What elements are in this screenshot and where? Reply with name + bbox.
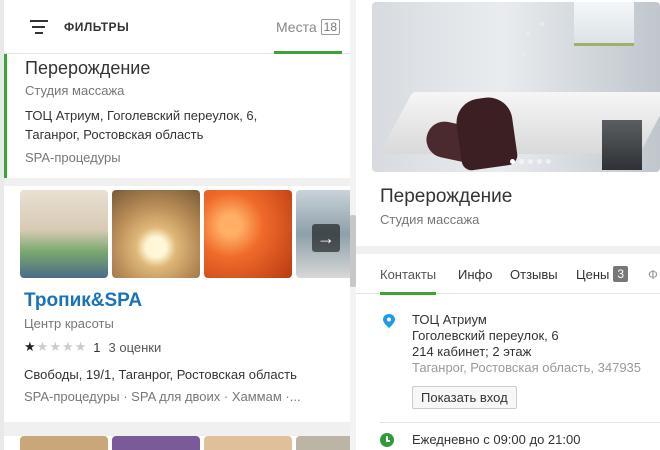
photo-strip[interactable] (20, 436, 350, 450)
photo-thumbnail[interactable] (20, 436, 108, 450)
tab-photos[interactable]: Ф (648, 254, 658, 294)
card-title: Перерождение (25, 58, 151, 78)
photo-thumbnail[interactable] (20, 190, 108, 278)
result-card[interactable]: → Тропик&SPA Центр красоты ★ ★ ★ ★ ★ 1 3… (4, 186, 350, 422)
card-tags: SPA-процедуры · SPA для двоих · Хаммам ·… (24, 389, 301, 404)
hero-table-legs (602, 120, 642, 170)
address-office: 214 кабинет; 2 этаж (412, 344, 532, 359)
tab-places[interactable]: Места 18 (274, 0, 342, 54)
carousel-dot[interactable] (528, 159, 533, 164)
photo-thumbnail[interactable] (112, 436, 200, 450)
tab-contacts[interactable]: Контакты (380, 254, 437, 295)
place-subtitle: Студия массажа (380, 212, 480, 227)
list-divider (4, 422, 350, 436)
filters-button[interactable]: ФИЛЬТРЫ (30, 20, 129, 34)
results-panel: ФИЛЬТРЫ Места 18 Перерождение Студия мас… (4, 0, 350, 450)
arrow-right-icon: → (317, 227, 335, 248)
app-root: ФИЛЬТРЫ Места 18 Перерождение Студия мас… (0, 0, 660, 450)
show-entrance-button[interactable]: Показать вход (412, 386, 517, 409)
photo-thumbnail[interactable] (204, 436, 292, 450)
carousel-dot[interactable] (537, 159, 542, 164)
hero-window (574, 2, 634, 46)
hero-photo[interactable] (372, 2, 660, 172)
address-lines: ТОЦ Атриум Гоголевский переулок, 6 214 к… (412, 312, 660, 376)
address-building: ТОЦ Атриум (412, 312, 487, 327)
tab-info[interactable]: Инфо (458, 254, 492, 294)
carousel-dot[interactable] (510, 159, 515, 164)
photo-next-button[interactable]: → (312, 224, 340, 252)
photo-thumbnail[interactable] (204, 190, 292, 278)
address-city: Таганрог, Ростовская область, 347935 (412, 360, 642, 375)
tab-photos-label: Ф (648, 266, 658, 282)
clock-icon (380, 432, 394, 447)
map-pin-icon (383, 314, 395, 328)
card-address-line1: ТОЦ Атриум, Гоголевский переулок, 6, (25, 108, 258, 123)
card-address-line2: Таганрог, Ростовская область (25, 127, 204, 142)
card-title-link[interactable]: Тропик&SPA (24, 290, 344, 312)
results-header: ФИЛЬТРЫ Места 18 (4, 0, 350, 54)
prices-count-badge: 3 (613, 266, 629, 282)
card-subtitle: Студия массажа (25, 83, 125, 98)
carousel-dot[interactable] (546, 159, 551, 164)
carousel-dots[interactable] (510, 159, 551, 164)
star-icon: ★ (74, 339, 87, 354)
filters-label: ФИЛЬТРЫ (64, 20, 130, 34)
reviews-count-link[interactable]: 3 оценки (109, 340, 162, 355)
carousel-dot[interactable] (519, 159, 524, 164)
rating-value: 1 (93, 339, 101, 355)
details-tabs: Контакты Инфо Отзывы Цены 3 Ф (356, 254, 660, 295)
opening-hours: Ежедневно с 09:00 до 21:00 (380, 432, 660, 447)
photo-strip[interactable]: → (20, 190, 350, 278)
star-icon: ★ (49, 339, 61, 354)
hours-text: Ежедневно с 09:00 до 21:00 (412, 432, 581, 447)
address-street: Гоголевский переулок, 6 (412, 328, 559, 343)
tab-active-indicator (380, 292, 437, 295)
details-divider (380, 422, 660, 423)
photo-thumbnail[interactable] (296, 436, 350, 450)
filter-icon (30, 20, 48, 34)
tab-contacts-label: Контакты (380, 266, 437, 282)
card-subtitle: Центр красоты (24, 316, 114, 331)
places-count-badge: 18 (320, 19, 340, 35)
place-title: Перерождение (380, 186, 513, 207)
star-icon: ★ (61, 339, 74, 354)
tab-reviews-label: Отзывы (510, 266, 558, 282)
star-icon: ★ (36, 339, 49, 354)
star-icon: ★ (24, 339, 36, 354)
tab-prices-label: Цены (576, 266, 610, 282)
list-divider (4, 178, 350, 186)
card-body: Тропик&SPA Центр красоты ★ ★ ★ ★ ★ 1 3 о… (24, 290, 344, 404)
details-panel: Перерождение Студия массажа Контакты Инф… (356, 0, 660, 450)
details-divider (356, 246, 660, 254)
card-address: Свободы, 19/1, Таганрог, Ростовская обла… (24, 367, 297, 382)
tab-prices[interactable]: Цены 3 (576, 254, 629, 294)
result-card-selected[interactable]: Перерождение Студия массажа ТОЦ Атриум, … (4, 54, 350, 178)
card-tags: SPA-процедуры (25, 150, 121, 165)
tab-reviews[interactable]: Отзывы (510, 254, 558, 294)
tab-info-label: Инфо (458, 266, 493, 282)
tab-places-label: Места (275, 19, 317, 35)
rating-row: ★ ★ ★ ★ ★ 1 3 оценки (24, 339, 344, 355)
photo-thumbnail[interactable] (112, 190, 200, 278)
